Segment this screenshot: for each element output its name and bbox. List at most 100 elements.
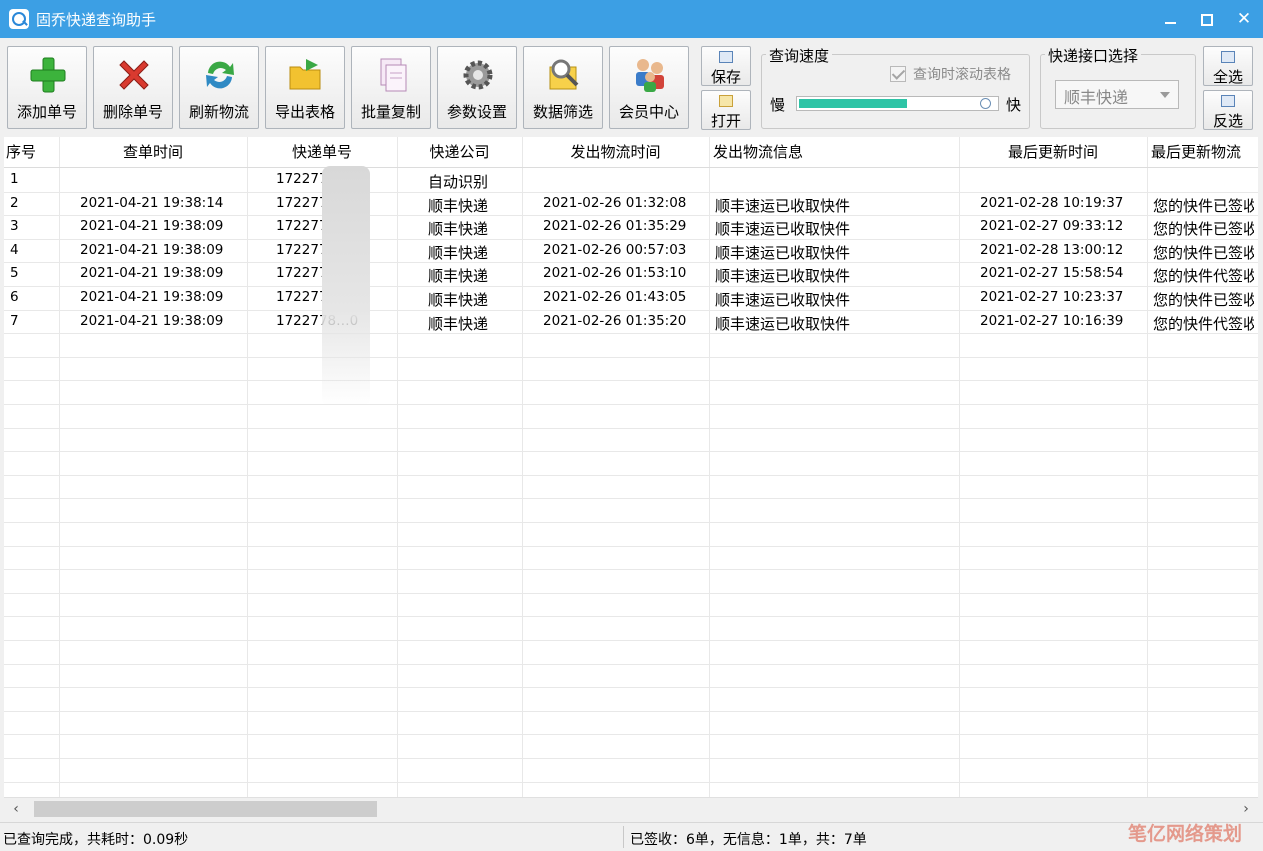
column-header[interactable]: 快递公司: [397, 137, 522, 167]
table-cell: 顺丰快递: [428, 197, 489, 215]
table-cell: 您的快件已签收: [1153, 244, 1254, 262]
table-row[interactable]: 1 1722770…7 自动识别: [4, 168, 1258, 192]
column-header[interactable]: 快递单号: [247, 137, 397, 167]
toolbar-button-label: 导出表格: [274, 103, 335, 121]
table-cell: 2021-02-26 00:57:03: [543, 242, 687, 258]
table-cell: 2021-02-27 10:16:39: [980, 313, 1124, 329]
row-divider: [4, 782, 1258, 783]
table-cell: 顺丰快递: [428, 315, 489, 333]
select-all-button[interactable]: 全选: [1203, 46, 1253, 86]
table-cell: 2021-04-21 19:38:09: [80, 289, 224, 305]
scrollbar-thumb[interactable]: [34, 801, 377, 817]
open-button[interactable]: 打开: [701, 90, 751, 130]
table-cell: 2021-02-28 10:19:37: [980, 195, 1124, 211]
table-cell: 2021-02-27 15:58:54: [980, 265, 1124, 281]
toolbar-button-2[interactable]: 删除单号: [93, 46, 173, 129]
row-divider: [4, 428, 1258, 429]
maximize-button[interactable]: [1193, 7, 1219, 31]
save-button[interactable]: 保存: [701, 46, 751, 86]
speed-group-title: 查询速度: [766, 45, 833, 66]
table-row[interactable]: 7 2021-04-21 19:38:09 1722778…0 顺丰快递 2021-02…: [4, 310, 1258, 334]
table-row[interactable]: 2 2021-04-21 19:38:14 1722770…5 顺丰快递 2021-02…: [4, 192, 1258, 216]
api-group-title: 快递接口选择: [1045, 45, 1142, 66]
table-row[interactable]: 6 2021-04-21 19:38:09 1722778…0 顺丰快递 2021-02…: [4, 286, 1258, 310]
column-header[interactable]: 发出物流信息: [713, 137, 959, 167]
copy-icon: [372, 55, 412, 95]
table-cell: 2021-04-21 19:38:09: [80, 242, 224, 258]
table-cell: 4: [10, 242, 19, 258]
table-cell: 3: [10, 218, 19, 234]
table-row[interactable]: 5 2021-04-21 19:38:09 1722778… 顺丰快递 2021-02-…: [4, 262, 1258, 286]
column-header[interactable]: 发出物流时间: [522, 137, 709, 167]
row-divider: [4, 451, 1258, 452]
row-divider: [4, 616, 1258, 617]
invert-selection-label: 反选: [1212, 112, 1243, 130]
scroll-left-icon[interactable]: ‹: [7, 800, 25, 818]
toolbar-button-label: 刷新物流: [188, 103, 249, 121]
column-header[interactable]: 查单时间: [59, 137, 247, 167]
select-all-label: 全选: [1212, 68, 1243, 86]
table-cell: 您的快件已签收: [1153, 291, 1254, 309]
gear-icon: [458, 55, 498, 95]
row-divider: [4, 569, 1258, 570]
table-cell: 2021-02-27 09:33:12: [980, 218, 1124, 234]
redaction-blur: [322, 166, 370, 406]
column-header[interactable]: 最后更新时间: [959, 137, 1147, 167]
table-row[interactable]: 4 2021-04-21 19:38:09 1722778…2 顺丰快递 2021-02…: [4, 239, 1258, 263]
chevron-down-icon: [1160, 92, 1170, 98]
horizontal-scrollbar[interactable]: ‹ ›: [4, 797, 1258, 820]
row-divider: [4, 522, 1258, 523]
toolbar-button-6[interactable]: 参数设置: [437, 46, 517, 129]
table-cell: 顺丰快递: [428, 291, 489, 309]
table-cell: 顺丰速运已收取快件: [715, 291, 851, 309]
table-cell: 2021-02-26 01:32:08: [543, 195, 687, 211]
row-divider: [4, 498, 1258, 499]
row-divider: [4, 475, 1258, 476]
row-divider: [4, 546, 1258, 547]
toolbar-button-8[interactable]: 会员中心: [609, 46, 689, 129]
refresh-icon: [200, 55, 240, 95]
row-divider: [4, 758, 1258, 759]
row-divider: [4, 687, 1258, 688]
row-divider: [4, 380, 1258, 381]
table-cell: 顺丰快递: [428, 220, 489, 238]
table-cell: 2021-02-27 10:23:37: [980, 289, 1124, 305]
results-table[interactable]: 序号 查单时间 快递单号 快递公司 发出物流时间 发出物流信息 最后更新时间 最后更新物流 1 1…: [4, 137, 1258, 797]
select-all-icon: [1221, 51, 1235, 63]
row-divider: [4, 664, 1258, 665]
export-folder-icon: [286, 55, 326, 95]
table-cell: 顺丰快递: [428, 244, 489, 262]
table-cell: 顺丰速运已收取快件: [715, 220, 851, 238]
toolbar-button-1[interactable]: 添加单号: [7, 46, 87, 129]
courier-api-select[interactable]: 顺丰快递: [1055, 80, 1179, 109]
column-header[interactable]: 最后更新物流: [1151, 137, 1258, 167]
toolbar-button-3[interactable]: 刷新物流: [179, 46, 259, 129]
speed-slider-thumb[interactable]: [980, 98, 991, 109]
toolbar-button-4[interactable]: 导出表格: [265, 46, 345, 129]
window-title: 固乔快递查询助手: [36, 11, 157, 29]
table-cell: 2021-04-21 19:38:09: [80, 265, 224, 281]
column-header[interactable]: 序号: [6, 137, 57, 167]
table-cell: 顺丰速运已收取快件: [715, 244, 851, 262]
table-cell: 6: [10, 289, 19, 305]
toolbar-button-7[interactable]: 数据筛选: [523, 46, 603, 129]
scroll-right-icon[interactable]: ›: [1237, 800, 1255, 818]
app-logo-icon: [9, 9, 29, 29]
row-divider: [4, 640, 1258, 641]
minimize-button[interactable]: [1157, 7, 1183, 31]
table-cell: 2: [10, 195, 19, 211]
close-button[interactable]: ✕: [1231, 7, 1257, 31]
title-bar: 固乔快递查询助手 ✕: [0, 0, 1263, 38]
scroll-table-checkbox[interactable]: [890, 66, 906, 82]
row-divider: [4, 711, 1258, 712]
invert-selection-button[interactable]: 反选: [1203, 90, 1253, 130]
speed-slider[interactable]: [796, 96, 999, 111]
table-cell: 2021-02-26 01:53:10: [543, 265, 687, 281]
table-row[interactable]: 3 2021-04-21 19:38:09 1722778… 顺丰快递 2021-02-…: [4, 215, 1258, 239]
toolbar-button-label: 参数设置: [446, 103, 507, 121]
table-cell: 自动识别: [428, 173, 489, 191]
table-cell: 顺丰快递: [428, 267, 489, 285]
slow-label: 慢: [770, 96, 786, 114]
toolbar-button-5[interactable]: 批量复制: [351, 46, 431, 129]
courier-api-value: 顺丰快递: [1064, 88, 1129, 107]
